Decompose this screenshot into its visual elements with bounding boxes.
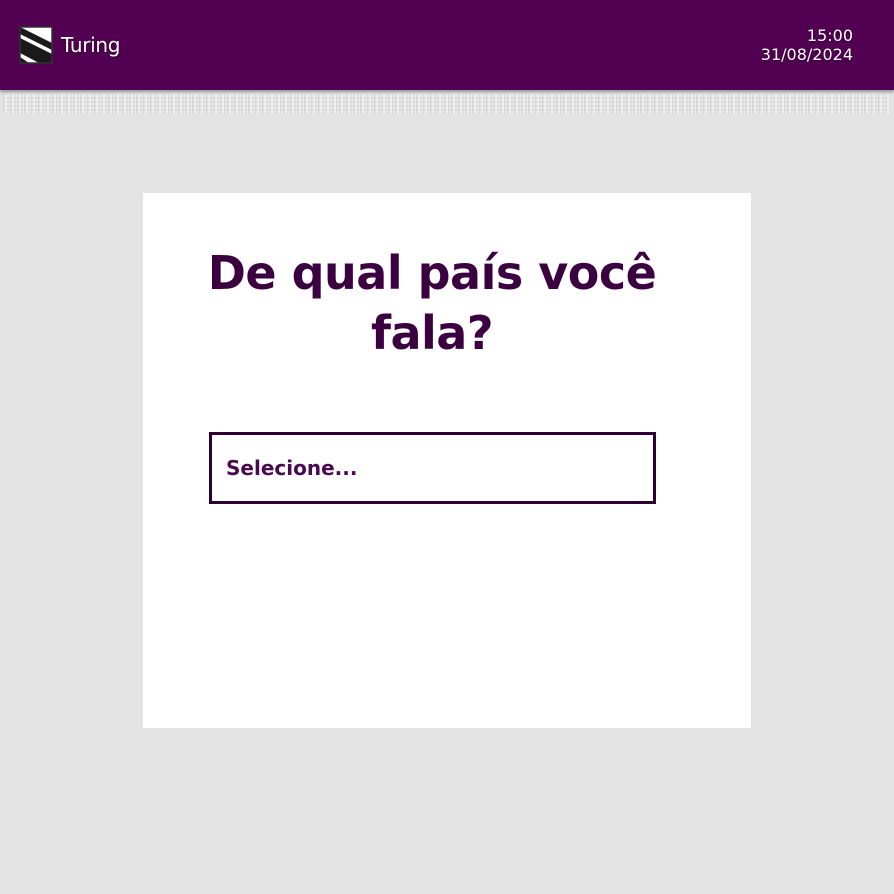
country-select[interactable]: Selecione... <box>209 432 656 504</box>
banner-strip <box>3 94 889 114</box>
current-date: 31/08/2024 <box>760 45 853 64</box>
country-select-placeholder: Selecione... <box>226 456 358 480</box>
brand: Turing <box>19 26 121 64</box>
current-time: 15:00 <box>806 26 853 45</box>
clock: 15:00 31/08/2024 <box>761 26 853 64</box>
app-name: Turing <box>61 33 121 57</box>
question-card: De qual país você fala? Selecione... <box>143 193 751 728</box>
turing-logo-icon <box>19 26 53 64</box>
question-title: De qual país você fala? <box>207 246 657 360</box>
top-bar: Turing 15:00 31/08/2024 <box>0 0 894 90</box>
